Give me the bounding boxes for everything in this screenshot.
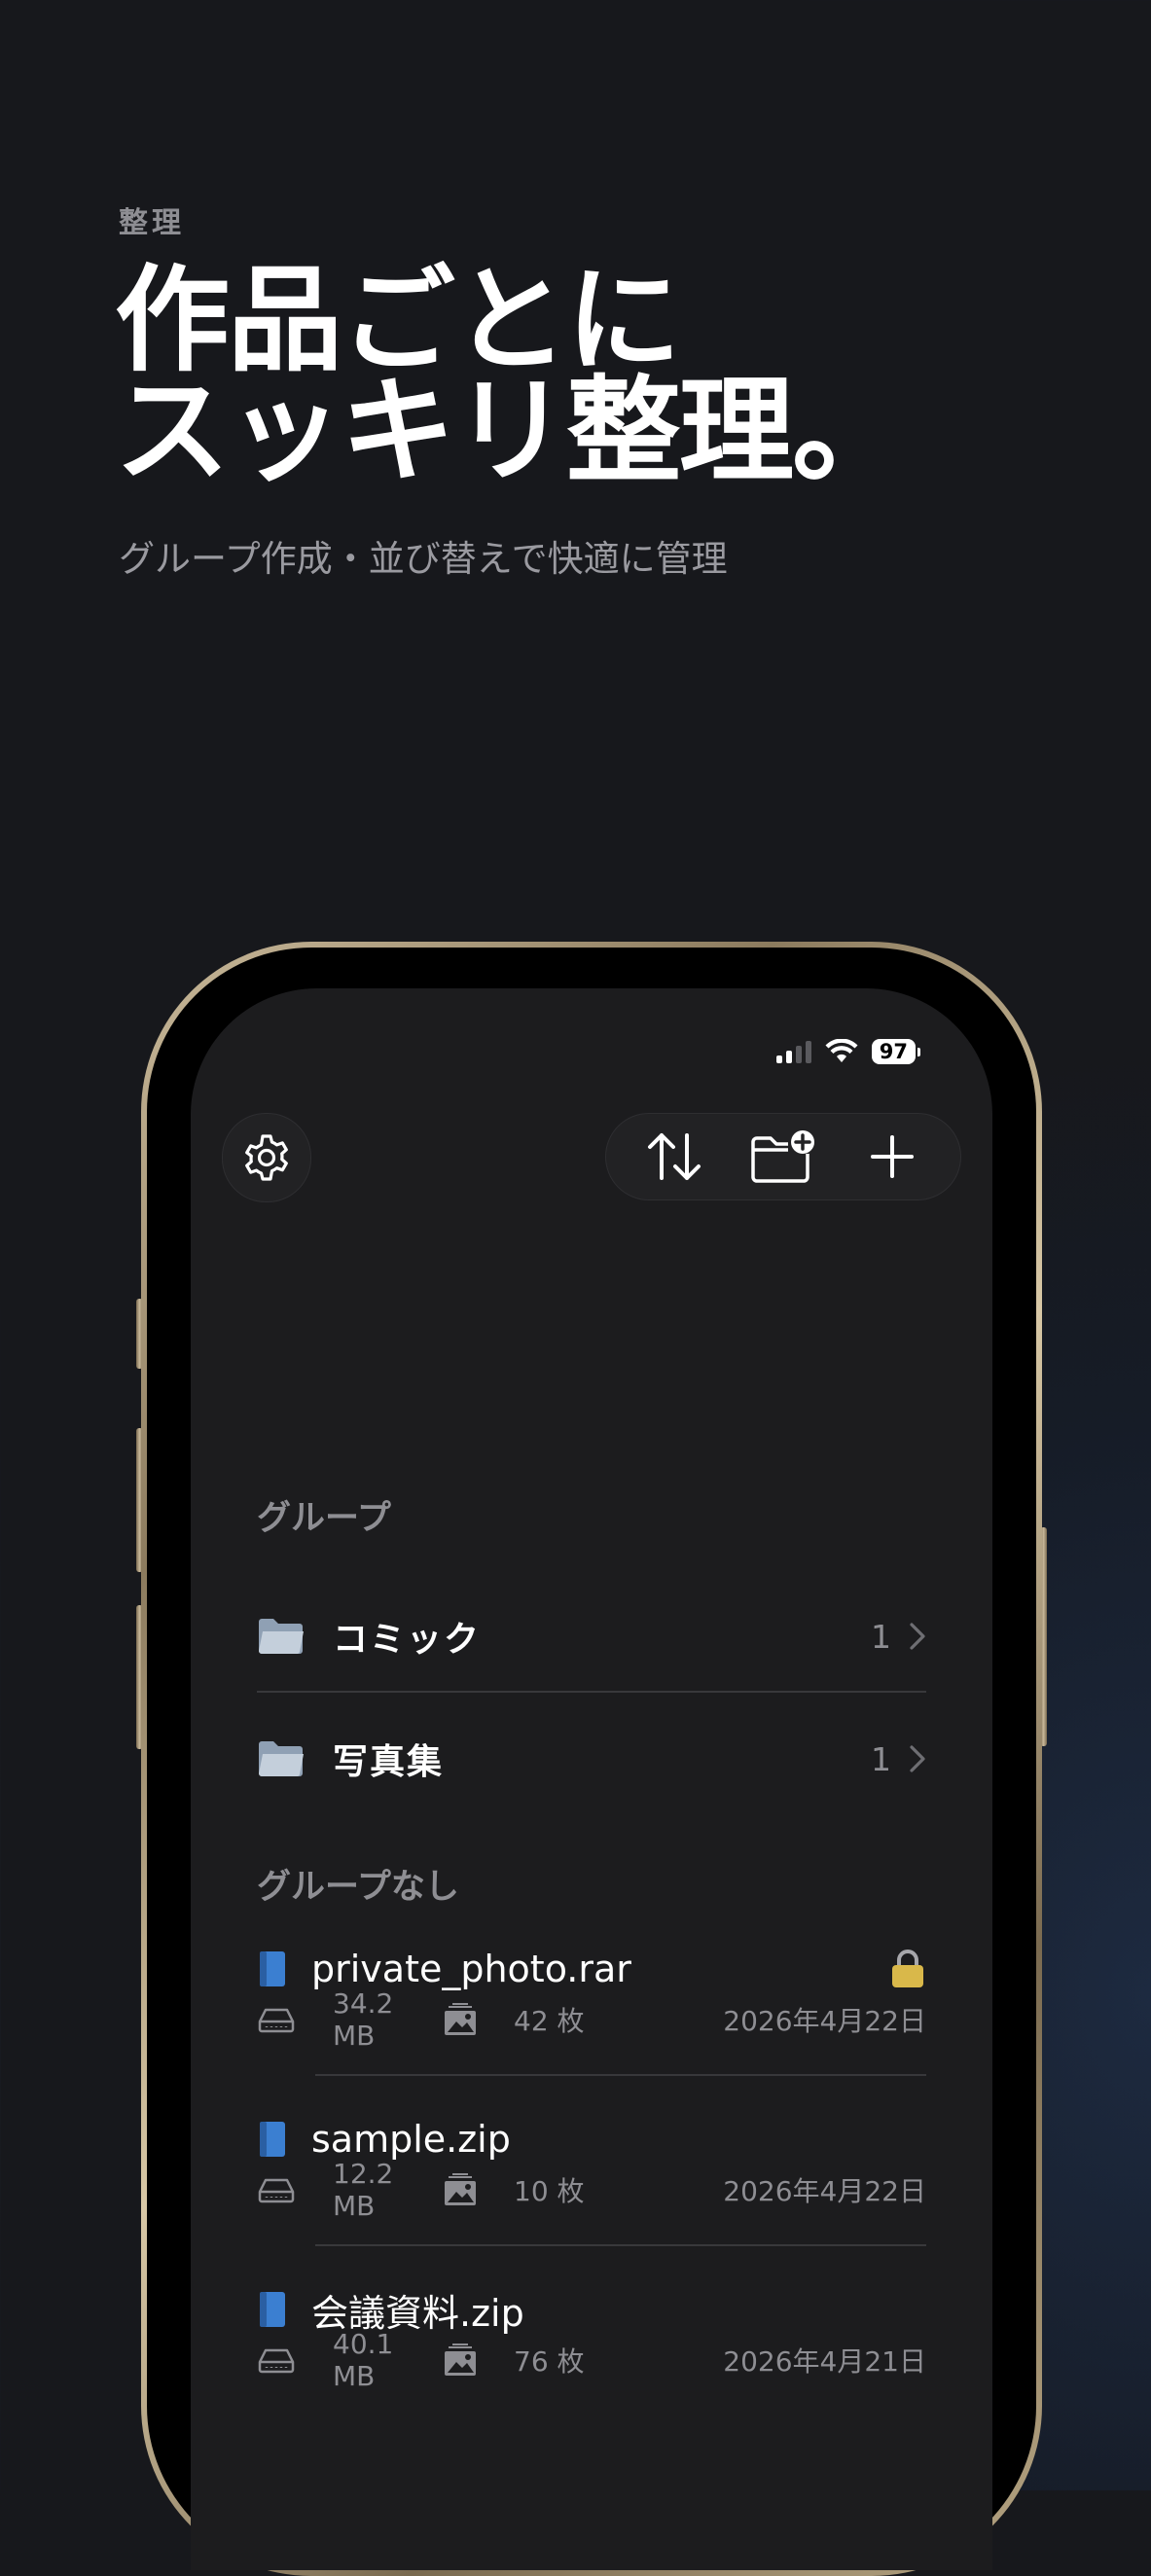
group-name: コミック — [333, 1620, 482, 1660]
eyebrow-label: 整理 — [119, 206, 185, 240]
chevron-right-icon — [910, 1623, 925, 1650]
file-row-private-photo[interactable]: private_photo.rar 34.2 MB 42 枚 2026年4月22… — [257, 1942, 926, 2058]
book-icon — [260, 2292, 285, 2327]
gear-icon — [245, 1134, 288, 1181]
photos-icon — [445, 2173, 476, 2205]
phone-frame: 97 グループ コミック 1 写真集 1 グループなし private_phot… — [141, 942, 1042, 2576]
group-divider — [257, 1691, 926, 1693]
top-toolbar — [605, 1113, 961, 1200]
book-icon — [260, 2122, 285, 2157]
cellular-signal-icon — [775, 1040, 811, 1063]
headline-line-1: 作品ごとに — [115, 253, 681, 387]
folder-icon — [259, 1619, 304, 1655]
folder-icon — [259, 1741, 304, 1777]
file-name: private_photo.rar — [311, 1948, 631, 1990]
file-divider — [315, 2244, 926, 2246]
file-page-count: 42 枚 — [514, 2005, 585, 2037]
phone-bezel: 97 グループ コミック 1 写真集 1 グループなし private_phot… — [147, 948, 1036, 2570]
file-date: 2026年4月22日 — [723, 2005, 926, 2037]
app-screen: 97 グループ コミック 1 写真集 1 グループなし private_phot… — [191, 988, 992, 2570]
file-row-sample[interactable]: sample.zip 12.2 MB 10 枚 2026年4月22日 — [257, 2112, 926, 2229]
storage-icon — [258, 2008, 295, 2033]
book-icon — [260, 1951, 285, 1986]
file-row-meeting-docs[interactable]: 会議資料.zip 40.1 MB 76 枚 2026年4月21日 — [257, 2282, 926, 2399]
photos-icon — [445, 2003, 476, 2035]
group-name: 写真集 — [333, 1742, 445, 1782]
sort-button[interactable] — [635, 1118, 713, 1196]
file-date: 2026年4月22日 — [723, 2175, 926, 2207]
file-size: 12.2 MB — [333, 2158, 394, 2222]
battery-level: 97 — [871, 1039, 916, 1064]
status-bar: 97 — [775, 1039, 920, 1064]
new-folder-icon — [751, 1130, 814, 1183]
storage-icon — [258, 2178, 295, 2203]
sort-icon — [648, 1133, 701, 1180]
ungrouped-section-title: グループなし — [257, 1868, 459, 1907]
lock-icon — [892, 1950, 923, 1987]
group-count: 1 — [871, 1739, 891, 1778]
promo-subtitle: グループ作成・並び替えで快適に管理 — [119, 538, 728, 580]
group-row-comic[interactable]: コミック 1 — [257, 1582, 926, 1691]
file-size: 34.2 MB — [333, 1987, 394, 2052]
group-count: 1 — [871, 1617, 891, 1656]
file-page-count: 76 枚 — [514, 2345, 585, 2378]
photos-icon — [445, 2343, 476, 2376]
file-divider — [315, 2074, 926, 2076]
add-button[interactable] — [853, 1118, 931, 1196]
file-name: sample.zip — [311, 2118, 511, 2161]
battery-indicator: 97 — [871, 1039, 920, 1064]
file-page-count: 10 枚 — [514, 2175, 585, 2207]
file-date: 2026年4月21日 — [723, 2345, 926, 2378]
wifi-icon — [825, 1039, 858, 1062]
groups-section-title: グループ — [257, 1499, 391, 1538]
headline-line-2: スッキリ整理。 — [115, 364, 907, 498]
file-size: 40.1 MB — [333, 2328, 394, 2392]
settings-button[interactable] — [222, 1113, 311, 1202]
promo-headline: 作品ごとに スッキリ整理。 — [115, 253, 907, 498]
storage-icon — [258, 2348, 295, 2374]
new-folder-button[interactable] — [744, 1118, 822, 1196]
chevron-right-icon — [910, 1745, 925, 1772]
plus-icon — [871, 1135, 914, 1178]
group-row-photobook[interactable]: 写真集 1 — [257, 1704, 926, 1813]
